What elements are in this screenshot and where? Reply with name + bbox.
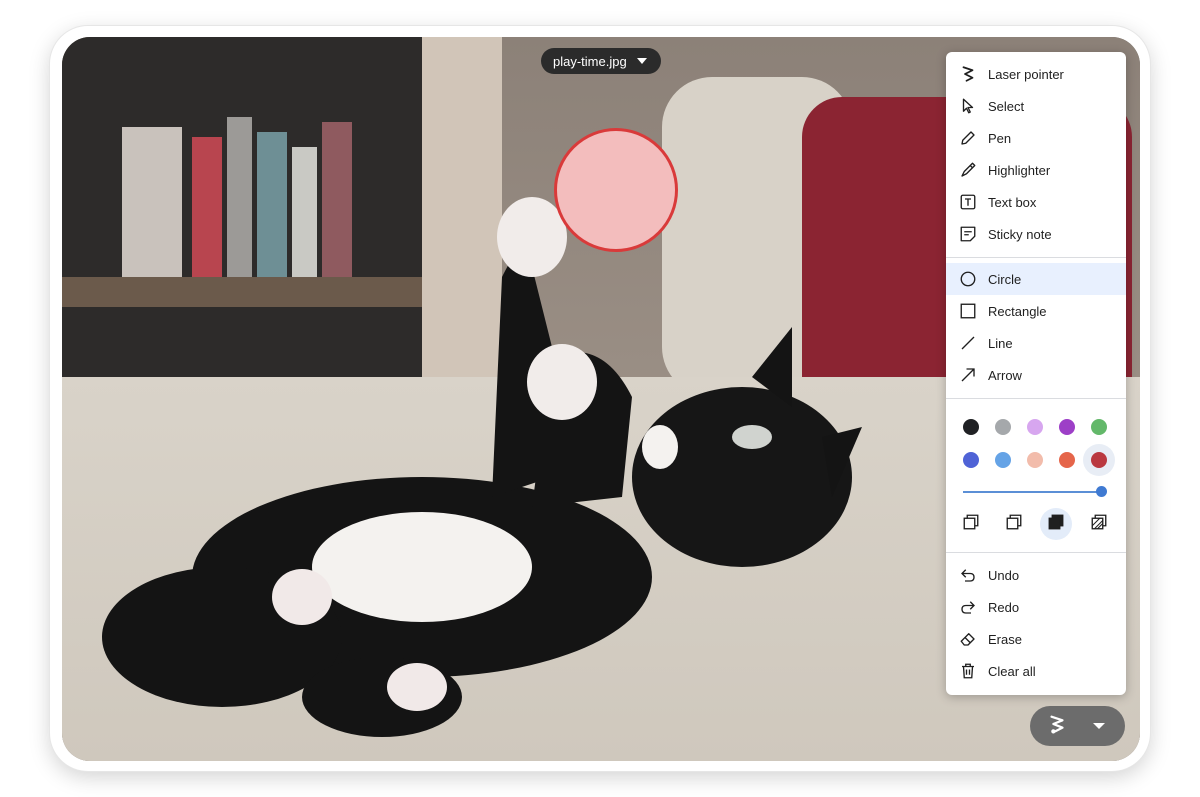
menu-item-redo[interactable]: Redo bbox=[946, 591, 1126, 623]
markup-menu: Laser pointer Select Pen Highlighter Tex… bbox=[946, 52, 1126, 695]
menu-item-pen[interactable]: Pen bbox=[946, 122, 1126, 154]
file-name-dropdown[interactable]: play-time.jpg bbox=[541, 48, 661, 74]
sticky-note-icon bbox=[959, 225, 977, 243]
chevron-down-icon[interactable] bbox=[1093, 723, 1105, 729]
fill-hatch-icon bbox=[1090, 513, 1108, 536]
menu-item-label: Sticky note bbox=[988, 226, 1052, 242]
trash-icon bbox=[959, 662, 977, 680]
menu-item-label: Clear all bbox=[988, 663, 1036, 679]
chevron-down-icon bbox=[636, 58, 647, 64]
menu-item-label: Highlighter bbox=[988, 162, 1051, 178]
bring-to-front-button[interactable] bbox=[955, 508, 987, 540]
menu-item-laser-pointer[interactable]: Laser pointer bbox=[946, 58, 1126, 90]
pen-icon bbox=[959, 129, 977, 147]
file-name-label: play-time.jpg bbox=[553, 53, 627, 69]
menu-divider bbox=[946, 398, 1126, 399]
menu-item-label: Line bbox=[988, 335, 1013, 351]
undo-icon bbox=[959, 566, 977, 584]
cursor-icon bbox=[959, 97, 977, 115]
menu-item-label: Rectangle bbox=[988, 303, 1047, 319]
menu-item-label: Text box bbox=[988, 194, 1037, 210]
stroke-width-slider-handle[interactable] bbox=[1096, 486, 1107, 497]
color-swatch-selected[interactable] bbox=[1083, 444, 1115, 476]
laser-pointer-icon bbox=[959, 65, 977, 83]
menu-item-clear-all[interactable]: Clear all bbox=[946, 655, 1126, 687]
menu-item-label: Select bbox=[988, 98, 1025, 114]
text-box-icon bbox=[959, 193, 977, 211]
laser-pointer-icon bbox=[1046, 713, 1068, 740]
redo-icon bbox=[959, 598, 977, 616]
circle-icon bbox=[959, 270, 977, 288]
color-swatch[interactable] bbox=[995, 452, 1011, 468]
markup-toolbar-button[interactable] bbox=[1030, 706, 1125, 746]
menu-item-label: Redo bbox=[988, 599, 1020, 615]
color-swatch[interactable] bbox=[963, 419, 979, 435]
color-swatch[interactable] bbox=[1027, 452, 1043, 468]
color-swatch[interactable] bbox=[1059, 452, 1075, 468]
fill-hatch-button[interactable] bbox=[1083, 508, 1115, 540]
rectangle-icon bbox=[959, 302, 977, 320]
fill-solid-button[interactable] bbox=[1040, 508, 1072, 540]
menu-divider bbox=[946, 257, 1126, 258]
fill-solid-icon bbox=[1047, 513, 1065, 536]
line-icon bbox=[959, 334, 977, 352]
menu-item-label: Arrow bbox=[988, 367, 1022, 383]
send-to-back-icon bbox=[1005, 513, 1023, 536]
color-swatch[interactable] bbox=[1091, 419, 1107, 435]
menu-divider bbox=[946, 552, 1126, 553]
menu-item-label: Circle bbox=[988, 271, 1022, 287]
menu-item-highlighter[interactable]: Highlighter bbox=[946, 154, 1126, 186]
bring-to-front-icon bbox=[962, 513, 980, 536]
menu-item-label: Pen bbox=[988, 130, 1012, 146]
eraser-icon bbox=[959, 630, 977, 648]
highlighter-icon bbox=[959, 161, 977, 179]
color-swatch[interactable] bbox=[963, 452, 979, 468]
menu-item-text-box[interactable]: Text box bbox=[946, 186, 1126, 218]
menu-item-erase[interactable]: Erase bbox=[946, 623, 1126, 655]
color-swatch[interactable] bbox=[995, 419, 1011, 435]
menu-item-label: Laser pointer bbox=[988, 66, 1064, 82]
stroke-width-slider-track[interactable] bbox=[963, 491, 1103, 493]
menu-item-label: Erase bbox=[988, 631, 1022, 647]
circle-annotation[interactable] bbox=[554, 128, 678, 252]
menu-item-arrow[interactable]: Arrow bbox=[946, 359, 1126, 391]
menu-item-sticky-note[interactable]: Sticky note bbox=[946, 218, 1126, 250]
menu-item-select[interactable]: Select bbox=[946, 90, 1126, 122]
send-to-back-button[interactable] bbox=[998, 508, 1030, 540]
menu-item-line[interactable]: Line bbox=[946, 327, 1126, 359]
color-swatch[interactable] bbox=[1027, 419, 1043, 435]
menu-item-undo[interactable]: Undo bbox=[946, 559, 1126, 591]
menu-item-circle[interactable]: Circle bbox=[946, 263, 1126, 295]
menu-item-rectangle[interactable]: Rectangle bbox=[946, 295, 1126, 327]
menu-item-label: Undo bbox=[988, 567, 1020, 583]
arrow-icon bbox=[959, 366, 977, 384]
color-swatch[interactable] bbox=[1059, 419, 1075, 435]
